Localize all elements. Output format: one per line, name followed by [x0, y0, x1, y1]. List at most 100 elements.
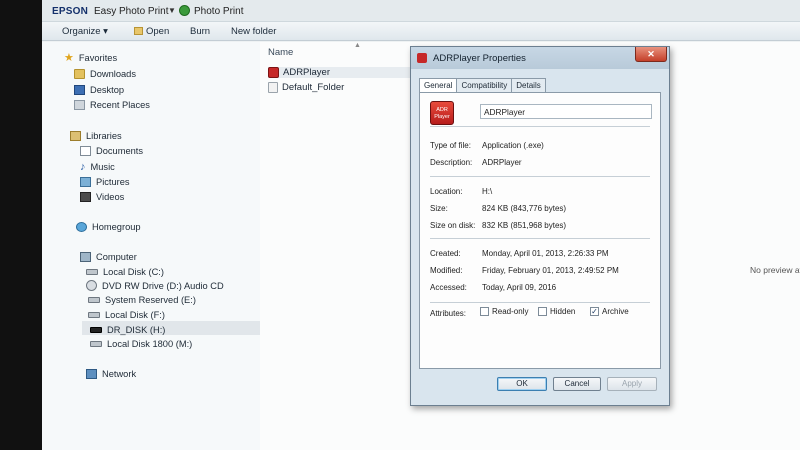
file-row-adrplayer[interactable]: ADRPlayer	[268, 67, 418, 78]
nav-label: Music	[90, 162, 115, 172]
open-label: Open	[146, 26, 170, 37]
easy-photo-print-link[interactable]: Easy Photo Print	[94, 6, 168, 17]
tab-general[interactable]: General	[419, 78, 458, 93]
accessed-label: Accessed:	[430, 283, 467, 292]
nav-label: Local Disk 1800 (M:)	[107, 339, 193, 349]
cancel-button[interactable]: Cancel	[553, 377, 601, 391]
music-icon: ♪	[80, 161, 86, 173]
nav-label: Documents	[96, 146, 144, 156]
tab-details[interactable]: Details	[511, 78, 546, 92]
dialog-title-bar[interactable]: ADRPlayer Properties ✕	[411, 47, 669, 69]
organize-button[interactable]: Organize ▾	[62, 26, 108, 37]
attributes-label: Attributes:	[430, 309, 467, 318]
nav-drive-d[interactable]: DVD RW Drive (D:) Audio CD	[86, 280, 224, 291]
desktop-icon	[74, 85, 85, 95]
nav-label: Downloads	[90, 69, 136, 79]
adrplayer-icon	[417, 53, 427, 63]
nav-label: System Reserved (E:)	[105, 295, 196, 305]
checkbox-icon	[538, 307, 547, 316]
nav-libraries[interactable]: Libraries	[70, 131, 122, 141]
nav-computer[interactable]: Computer	[80, 252, 137, 262]
column-header-name[interactable]: Name	[268, 47, 293, 58]
hard-drive-icon	[90, 341, 102, 347]
divider	[430, 176, 650, 177]
open-button[interactable]: Open	[134, 26, 169, 37]
file-name-field[interactable]: ADRPlayer	[480, 104, 652, 119]
type-label: Type of file:	[430, 141, 471, 150]
hard-drive-icon	[86, 269, 98, 275]
nav-label: DR_DISK (H:)	[107, 325, 166, 335]
ok-button[interactable]: OK	[497, 377, 547, 391]
nav-pictures[interactable]: Pictures	[80, 177, 130, 187]
size-on-disk-value: 832 KB (851,968 bytes)	[482, 221, 567, 230]
apply-button[interactable]: Apply	[607, 377, 657, 391]
hidden-label: Hidden	[550, 307, 576, 316]
nav-drive-e[interactable]: System Reserved (E:)	[88, 295, 196, 305]
screen: EPSON Easy Photo Print ▼ Photo Print Org…	[42, 0, 800, 450]
nav-network[interactable]: Network	[86, 369, 136, 379]
downloads-folder-icon	[74, 69, 85, 79]
chevron-down-icon[interactable]: ▼	[168, 6, 176, 15]
burn-button[interactable]: Burn	[190, 26, 210, 37]
photo-print-link[interactable]: Photo Print	[194, 6, 243, 17]
divider	[430, 238, 650, 239]
nav-label: Computer	[96, 252, 137, 262]
epson-brand-bar: EPSON Easy Photo Print ▼ Photo Print	[42, 0, 800, 22]
computer-icon	[80, 252, 91, 262]
nav-desktop[interactable]: Desktop	[74, 85, 124, 95]
created-value: Monday, April 01, 2013, 2:26:33 PM	[482, 249, 609, 258]
file-icon	[268, 82, 278, 93]
nav-label: Network	[102, 369, 137, 379]
dvd-drive-icon	[86, 280, 97, 291]
nav-drive-h[interactable]: DR_DISK (H:)	[90, 325, 165, 335]
nav-label: Homegroup	[92, 222, 141, 232]
hard-drive-icon	[88, 297, 100, 303]
recent-places-icon	[74, 100, 85, 110]
size-label: Size:	[430, 204, 448, 213]
nav-videos[interactable]: Videos	[80, 192, 124, 202]
read-only-checkbox[interactable]: Read-only	[480, 307, 528, 316]
description-value: ADRPlayer	[482, 158, 522, 167]
nav-label: Libraries	[86, 131, 122, 141]
nav-favorites[interactable]: ★ Favorites	[64, 52, 118, 64]
archive-checkbox[interactable]: ✓ Archive	[590, 307, 629, 316]
open-folder-icon	[134, 27, 143, 35]
nav-homegroup[interactable]: Homegroup	[76, 222, 141, 232]
new-folder-button[interactable]: New folder	[231, 26, 276, 37]
close-button[interactable]: ✕	[635, 47, 667, 62]
usb-drive-icon	[90, 327, 102, 333]
nav-music[interactable]: ♪ Music	[80, 161, 115, 173]
adrplayer-icon	[268, 67, 279, 78]
hidden-checkbox[interactable]: Hidden	[538, 307, 575, 316]
nav-label: Local Disk (F:)	[105, 310, 165, 320]
nav-drive-f[interactable]: Local Disk (F:)	[88, 310, 165, 320]
nav-downloads[interactable]: Downloads	[74, 69, 136, 79]
icon-text: Player	[434, 114, 450, 120]
nav-documents[interactable]: Documents	[80, 146, 143, 156]
modified-label: Modified:	[430, 266, 463, 275]
icon-text: ADR	[436, 107, 448, 113]
nav-drive-m[interactable]: Local Disk 1800 (M:)	[90, 339, 192, 349]
modified-value: Friday, February 01, 2013, 2:49:52 PM	[482, 266, 619, 275]
description-label: Description:	[430, 158, 473, 167]
general-tab-panel: ADR Player ADRPlayer Type of file: Appli…	[419, 92, 661, 369]
nav-recent-places[interactable]: Recent Places	[74, 100, 150, 110]
star-icon: ★	[64, 52, 74, 64]
nav-drive-c[interactable]: Local Disk (C:)	[86, 267, 164, 277]
size-value: 824 KB (843,776 bytes)	[482, 204, 567, 213]
pictures-icon	[80, 177, 91, 187]
nav-label: Recent Places	[90, 100, 150, 110]
location-label: Location:	[430, 187, 463, 196]
type-value: Application (.exe)	[482, 141, 544, 150]
nav-label: Favorites	[78, 53, 118, 63]
tab-compatibility[interactable]: Compatibility	[456, 78, 513, 92]
network-icon	[86, 369, 97, 379]
file-row-default-folder[interactable]: Default_Folder	[268, 82, 344, 93]
properties-dialog: ADRPlayer Properties ✕ General Compatibi…	[410, 46, 670, 406]
no-preview-text: No preview av	[750, 265, 800, 275]
archive-label: Archive	[602, 307, 629, 316]
accessed-value: Today, April 09, 2016	[482, 283, 557, 292]
explorer-toolbar: Organize ▾ Open Burn New folder	[42, 22, 800, 41]
hard-drive-icon	[88, 312, 100, 318]
dialog-tabs: General Compatibility Details	[419, 78, 546, 93]
